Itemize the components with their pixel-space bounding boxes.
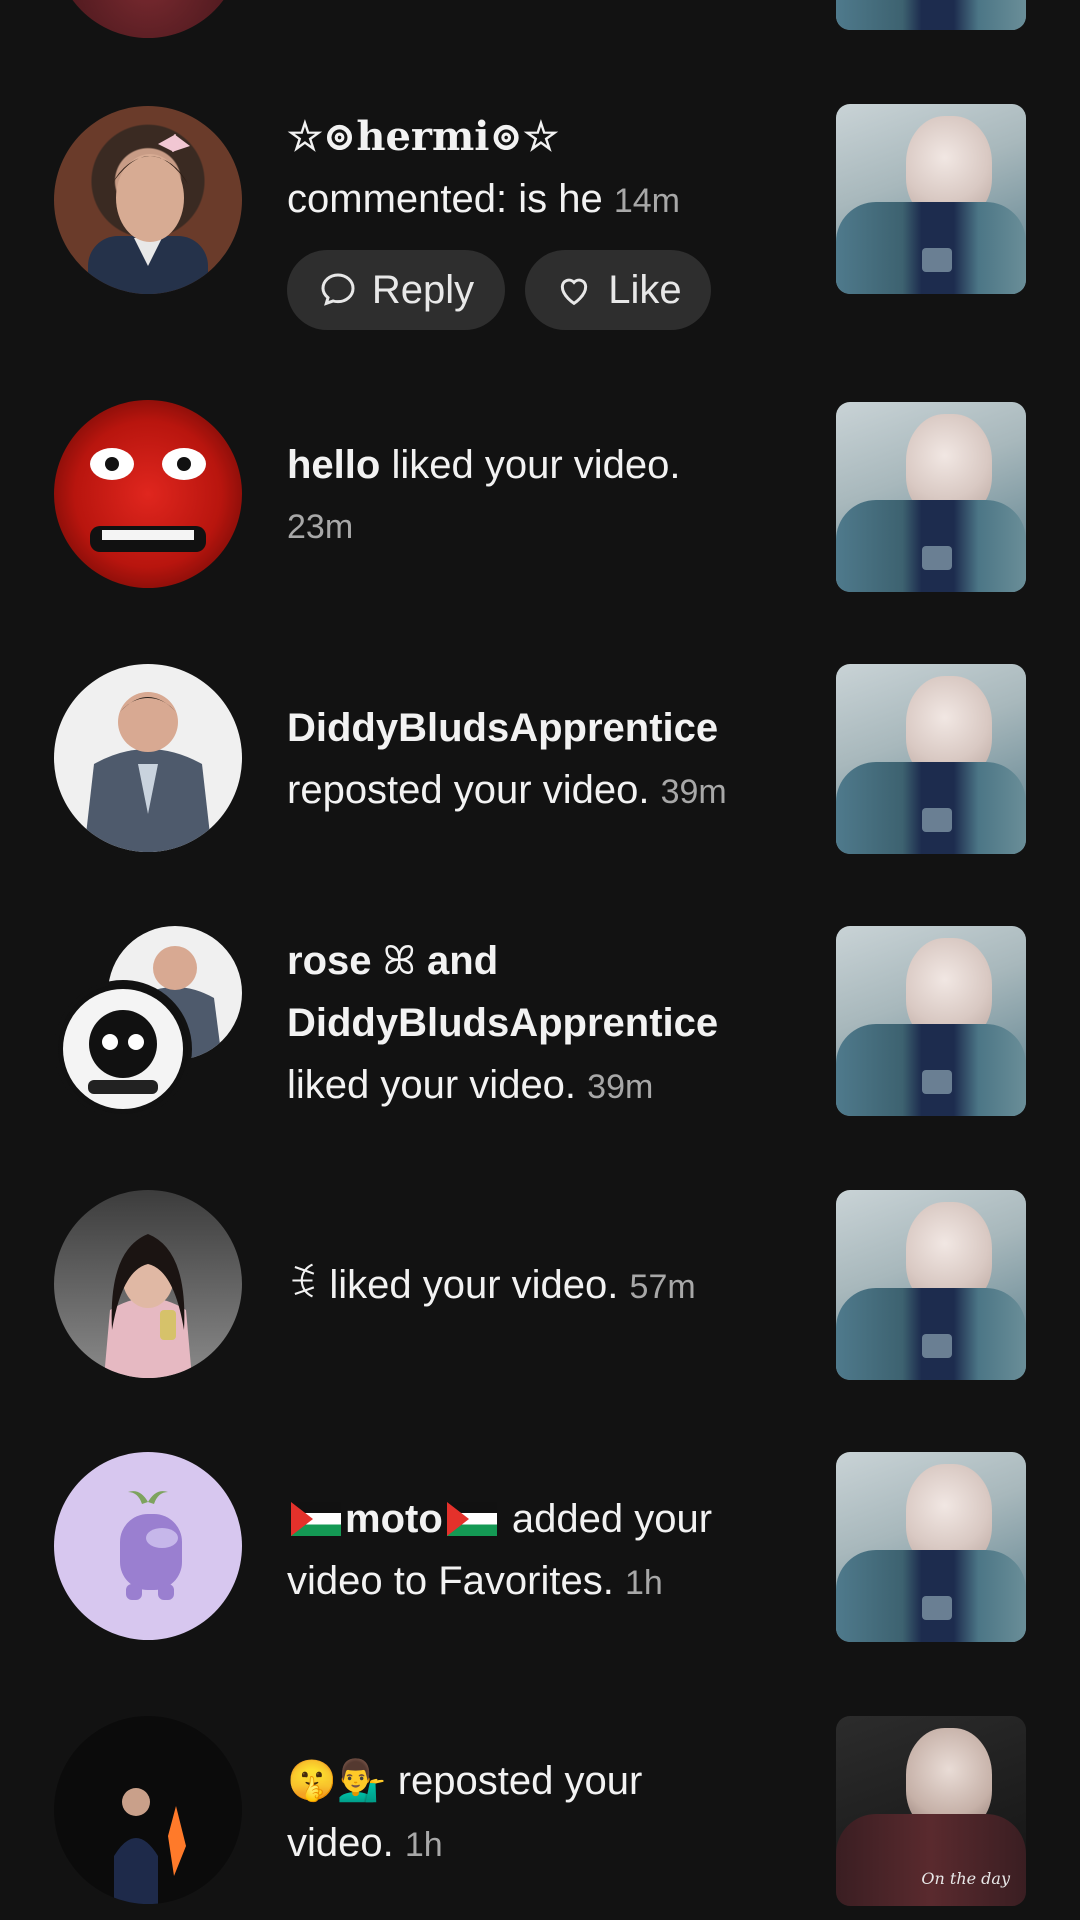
actor-name[interactable]: 🤫💁‍♂️ (287, 1759, 387, 1803)
avatar-diddybludsapprentice[interactable] (54, 664, 242, 852)
actor-name-2[interactable]: DiddyBludsApprentice (287, 992, 807, 1054)
avatar-hermi[interactable] (54, 106, 242, 294)
actor-name[interactable]: moto (345, 1497, 443, 1541)
avatar-hello[interactable] (54, 400, 242, 588)
action-text: reposted your video. (287, 768, 650, 812)
avatar-image (63, 989, 183, 1109)
avatar-image (120, 1491, 182, 1600)
heart-icon (561, 278, 588, 306)
video-thumbnail[interactable] (836, 926, 1026, 1116)
action-text: liked your video. (380, 443, 681, 487)
comment-text: is he (518, 177, 603, 221)
video-thumbnail[interactable] (836, 664, 1026, 854)
timestamp: 39m (660, 773, 727, 811)
notification-text: ꉂ liked your video. 57m (287, 1254, 807, 1318)
action-text-2: video to Favorites. (287, 1559, 614, 1603)
action-text: liked your video. (287, 1063, 577, 1107)
actor-name[interactable]: DiddyBludsApprentice (287, 697, 807, 759)
timestamp: 14m (613, 182, 680, 220)
notification-text: 🤫💁‍♂️ reposted your video. 1h (287, 1750, 807, 1876)
notification-text: DiddyBludsApprentice reposted your video… (287, 697, 807, 823)
action-text: liked your video. (318, 1263, 619, 1307)
video-thumbnail[interactable] (836, 402, 1026, 592)
palestine-flag-icon (446, 1502, 497, 1536)
timestamp: 57m (629, 1268, 696, 1306)
avatar-moto[interactable] (54, 1452, 242, 1640)
notification-text: ☆⊚hermi⊚☆ commented: is he 14m (287, 106, 807, 232)
notification-text: rose ꕤ and DiddyBludsApprentice liked yo… (287, 930, 807, 1118)
notification-text: moto added your video to Favorites. 1h (287, 1488, 807, 1614)
thumbnail-caption: On the day (921, 1869, 1010, 1888)
action-text: commented: (287, 177, 519, 221)
activity-feed: ☆⊚hermi⊚☆ commented: is he 14m Reply Lik… (0, 0, 1080, 1920)
video-thumbnail[interactable] (836, 1190, 1026, 1380)
action-text: reposted your (386, 1759, 643, 1803)
reply-label: Reply (371, 267, 475, 312)
like-label: Like (608, 267, 682, 312)
notification-text: hello liked your video. 23m (287, 434, 807, 558)
video-thumbnail[interactable] (836, 104, 1026, 294)
actor-name[interactable]: rose (287, 939, 372, 983)
comment-bubble-icon (321, 273, 355, 306)
timestamp: 1h (624, 1564, 663, 1602)
video-thumbnail[interactable]: On the day (836, 1716, 1026, 1906)
video-thumbnail-partial[interactable] (836, 0, 1026, 30)
video-thumbnail[interactable] (836, 1452, 1026, 1642)
avatar-image (88, 134, 208, 294)
avatar-image (90, 448, 206, 552)
action-text-2: video. (287, 1821, 394, 1865)
avatar-image (114, 1788, 186, 1904)
avatar-user-5[interactable] (54, 1190, 242, 1378)
avatar-image (104, 1234, 192, 1378)
actor-name[interactable]: hello (287, 443, 380, 487)
timestamp: 23m (287, 508, 354, 546)
actor-name[interactable]: ꉂ (287, 1263, 318, 1307)
action-text: added your (500, 1497, 713, 1541)
avatar-partial[interactable] (54, 0, 242, 38)
bow-icon: ꕤ (382, 939, 416, 983)
avatar-image (84, 692, 212, 852)
joiner-text: and (427, 939, 499, 983)
timestamp: 1h (404, 1826, 443, 1864)
like-button[interactable]: Like (525, 250, 711, 330)
palestine-flag-icon (291, 1502, 341, 1536)
actor-name[interactable]: ☆⊚hermi⊚☆ (287, 106, 807, 168)
avatar-user-7[interactable] (54, 1716, 242, 1904)
avatar-rose[interactable] (54, 980, 192, 1118)
reply-button[interactable]: Reply (287, 250, 505, 330)
timestamp: 39m (587, 1068, 654, 1106)
